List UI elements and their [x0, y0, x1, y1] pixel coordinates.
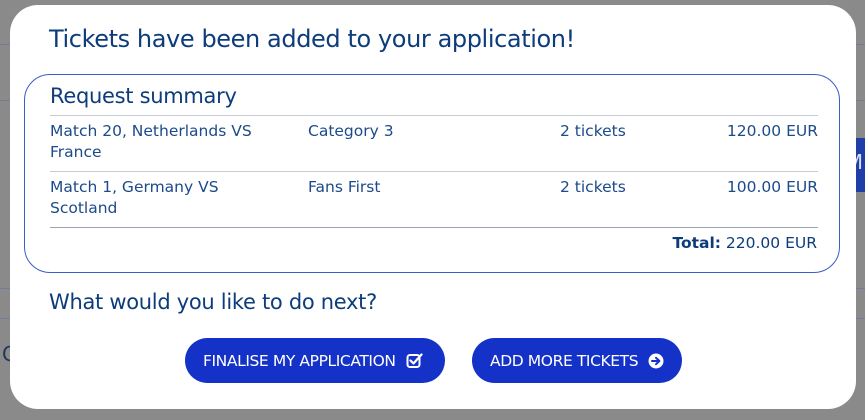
finalise-button-label: FINALISE MY APPLICATION	[203, 351, 396, 370]
total-label: Total:	[672, 234, 721, 252]
request-summary-card: Request summary Match 20, Netherlands VS…	[24, 74, 840, 273]
confirmation-modal: Tickets have been added to your applicat…	[10, 5, 856, 409]
summary-price: 120.00 EUR	[726, 122, 818, 140]
summary-total: Total: 220.00 EUR	[672, 234, 817, 252]
summary-divider	[50, 115, 818, 116]
summary-quantity: 2 tickets	[560, 178, 626, 196]
total-value: 220.00 EUR	[725, 234, 817, 252]
summary-divider	[50, 227, 818, 228]
modal-title: Tickets have been added to your applicat…	[49, 25, 575, 53]
add-more-button-label: ADD MORE TICKETS	[490, 351, 639, 370]
circle-arrow-right-icon	[648, 353, 664, 369]
summary-match: Match 20, Netherlands VS France	[50, 122, 252, 161]
summary-title: Request summary	[50, 84, 237, 108]
summary-category: Category 3	[308, 122, 394, 140]
checkbox-check-icon	[406, 352, 423, 369]
summary-category: Fans First	[308, 178, 381, 196]
add-more-tickets-button[interactable]: ADD MORE TICKETS	[472, 338, 682, 383]
summary-divider	[50, 171, 818, 172]
summary-price: 100.00 EUR	[726, 178, 818, 196]
summary-match: Match 1, Germany VS Scotland	[50, 178, 219, 217]
finalise-application-button[interactable]: FINALISE MY APPLICATION	[185, 338, 445, 383]
next-steps-heading: What would you like to do next?	[49, 290, 377, 314]
summary-quantity: 2 tickets	[560, 122, 626, 140]
